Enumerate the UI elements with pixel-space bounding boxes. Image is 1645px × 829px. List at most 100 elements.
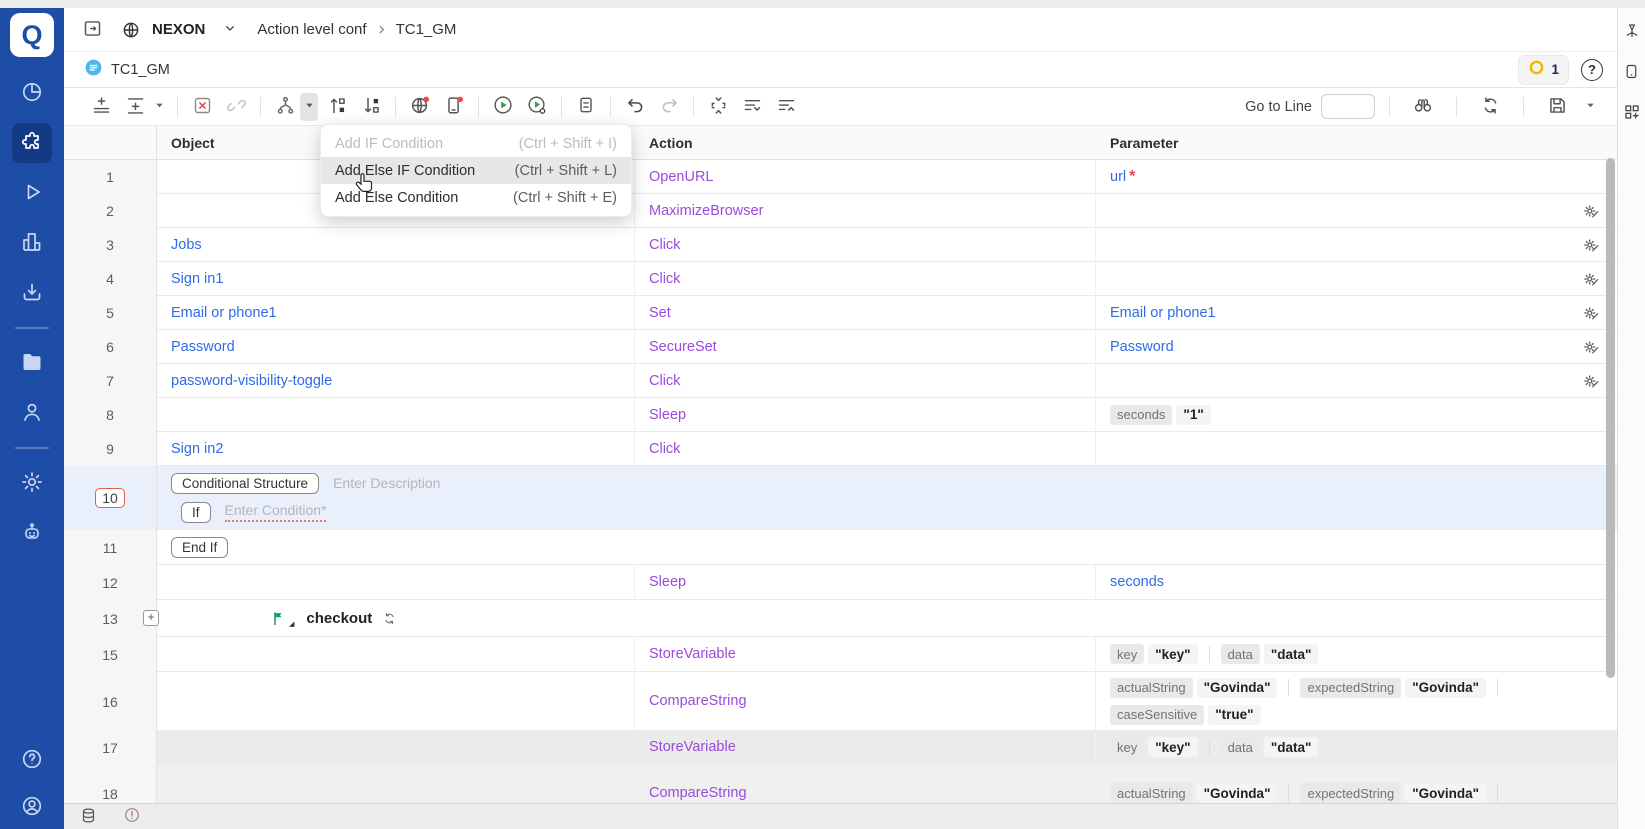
action-cell[interactable]: CompareString — [635, 672, 1096, 731]
parameter-cell[interactable] — [1096, 228, 1617, 262]
object-link[interactable]: password-visibility-toggle — [171, 373, 332, 389]
action-link[interactable]: CompareString — [649, 693, 747, 709]
action-cell[interactable]: OpenURL — [635, 160, 1096, 194]
run-button[interactable] — [488, 93, 518, 121]
action-link[interactable]: Sleep — [649, 574, 686, 590]
parameter-link[interactable]: seconds — [1110, 574, 1164, 590]
action-link[interactable]: Click — [649, 237, 680, 253]
row-number[interactable]: 15 — [64, 637, 157, 672]
parameter-link[interactable]: Password — [1110, 339, 1174, 355]
row-number[interactable]: 6 — [64, 330, 157, 364]
row-number[interactable]: 4 — [64, 262, 157, 296]
collapse-all-button[interactable] — [771, 93, 801, 121]
sidebar-item-assistant[interactable] — [12, 513, 52, 553]
parameter-label-chip[interactable]: expectedString — [1300, 678, 1401, 698]
row-number[interactable]: 9 — [64, 432, 157, 466]
mobile-record-button[interactable] — [439, 93, 469, 121]
parameter-cell[interactable]: seconds"1" — [1096, 398, 1617, 432]
action-link[interactable]: MaximizeBrowser — [649, 203, 763, 219]
parameter-label-chip[interactable]: expectedString — [1300, 783, 1401, 803]
action-link[interactable]: Click — [649, 373, 680, 389]
add-row-above-button[interactable] — [120, 93, 150, 121]
breadcrumb-project[interactable]: NEXON — [152, 21, 205, 38]
sidebar-item-account[interactable] — [12, 787, 52, 827]
object-cell[interactable]: password-visibility-toggle — [157, 364, 635, 398]
parameter-cell[interactable] — [1096, 194, 1617, 228]
action-link[interactable]: Click — [649, 441, 680, 457]
row-number[interactable]: 7 — [64, 364, 157, 398]
end-if-tag[interactable]: End If — [171, 537, 228, 558]
vertical-scrollbar[interactable] — [1606, 158, 1615, 678]
table-row[interactable]: 7 password-visibility-toggle Click — [64, 364, 1617, 398]
project-switcher-button[interactable] — [218, 16, 242, 43]
object-cell[interactable] — [157, 731, 635, 764]
object-cell[interactable] — [157, 764, 635, 803]
conditional-structure-cell[interactable]: Conditional StructureEnter DescriptionIf… — [157, 466, 1617, 530]
run-with-settings-button[interactable] — [522, 93, 552, 121]
table-row[interactable]: 4Sign in1Click — [64, 262, 1617, 296]
sidebar-item-settings[interactable] — [12, 463, 52, 503]
end-if-cell[interactable]: End If — [157, 530, 1617, 565]
redo-button[interactable] — [654, 93, 684, 121]
action-link[interactable]: SecureSet — [649, 339, 717, 355]
object-cell[interactable]: Password — [157, 330, 635, 364]
table-row[interactable]: 5Email or phone1SetEmail or phone1 — [64, 296, 1617, 330]
group-cell[interactable]: +◢checkout — [157, 600, 1617, 637]
action-cell[interactable]: Sleep — [635, 565, 1096, 600]
table-row[interactable]: 8Sleepseconds"1" — [64, 398, 1617, 432]
object-cell[interactable] — [157, 398, 635, 432]
parameter-cell[interactable]: key"key"data"data" — [1096, 637, 1617, 672]
move-step-up-button[interactable] — [322, 93, 352, 121]
sidebar-item-files[interactable] — [12, 343, 52, 383]
group-name[interactable]: checkout — [306, 610, 372, 627]
sync-button[interactable] — [1475, 93, 1505, 121]
table-row[interactable]: 3JobsClick — [64, 228, 1617, 262]
web-record-button[interactable] — [405, 93, 435, 121]
parameter-label-chip[interactable]: actualString — [1110, 678, 1193, 698]
save-button[interactable] — [1542, 93, 1572, 121]
alerts-button[interactable] — [123, 806, 141, 827]
menu-item-add-else-condition[interactable]: Add Else Condition (Ctrl + Shift + E) — [321, 184, 631, 211]
row-number[interactable]: 5 — [64, 296, 157, 330]
add-row-menu-caret[interactable] — [150, 93, 168, 121]
object-cell[interactable] — [157, 672, 635, 731]
breadcrumb-section[interactable]: Action level conf — [257, 21, 366, 38]
sidebar-item-test-builder[interactable] — [12, 123, 52, 163]
expand-all-button[interactable] — [737, 93, 767, 121]
condition-placeholder[interactable]: Enter Condition* — [225, 502, 327, 522]
object-cell[interactable] — [157, 565, 635, 600]
parameter-value-chip[interactable]: "data" — [1264, 737, 1319, 757]
parameter-cell[interactable]: key"key"data"data" — [1096, 731, 1617, 764]
table-row[interactable]: 6 Password SecureSet Password — [64, 330, 1617, 364]
action-cell[interactable]: Set — [635, 296, 1096, 330]
parameter-settings-gear-icon[interactable] — [1581, 235, 1601, 255]
parameter-settings-gear-icon[interactable] — [1581, 201, 1601, 221]
parameter-settings-gear-icon[interactable] — [1581, 303, 1601, 323]
action-cell[interactable]: Click — [635, 228, 1096, 262]
table-row[interactable]: 18CompareStringactualString"Govinda"expe… — [64, 764, 1617, 803]
parameter-cell[interactable]: url* — [1096, 160, 1617, 194]
object-link[interactable]: Password — [171, 339, 235, 355]
action-cell[interactable]: StoreVariable — [635, 731, 1096, 764]
row-number[interactable]: 10 — [64, 466, 157, 530]
parameter-value-chip[interactable]: "1" — [1176, 405, 1210, 425]
parameter-label-chip[interactable]: caseSensitive — [1110, 705, 1204, 725]
table-row[interactable]: 15StoreVariablekey"key"data"data" — [64, 637, 1617, 672]
parameter-label-chip[interactable]: actualString — [1110, 783, 1193, 803]
parameter-label-chip[interactable]: key — [1110, 644, 1144, 664]
sidebar-item-dashboard[interactable] — [12, 73, 52, 113]
object-cell[interactable]: Email or phone1 — [157, 296, 635, 330]
action-cell[interactable]: Click — [635, 364, 1096, 398]
parameter-cell[interactable]: actualString"Govinda"expectedString"Govi… — [1096, 672, 1617, 731]
sidebar-item-reports[interactable] — [12, 223, 52, 263]
row-number[interactable]: 12 — [64, 565, 157, 600]
save-menu-caret[interactable] — [1581, 93, 1599, 121]
parameter-label-chip[interactable]: data — [1221, 737, 1260, 757]
parameter-value-chip[interactable]: "key" — [1148, 737, 1197, 757]
row-number[interactable]: 8 — [64, 398, 157, 432]
table-row[interactable]: 12 Sleep seconds — [64, 565, 1617, 600]
find-button[interactable] — [1408, 93, 1438, 121]
table-row[interactable]: 1OpenURLurl* — [64, 160, 1617, 194]
panel-toggle-button[interactable] — [78, 14, 107, 46]
parameter-value-chip[interactable]: "Govinda" — [1405, 678, 1486, 698]
